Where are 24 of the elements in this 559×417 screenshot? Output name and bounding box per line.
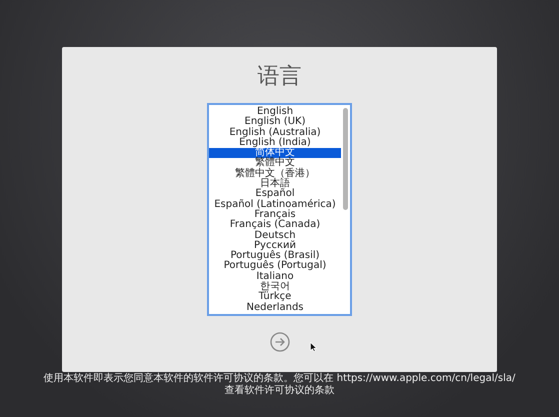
next-button[interactable] xyxy=(270,332,290,352)
language-item[interactable]: Deutsch xyxy=(209,230,341,241)
language-item[interactable]: Português (Portugal) xyxy=(209,261,341,272)
language-item[interactable]: Türkçe xyxy=(209,292,341,303)
language-item[interactable]: English (UK) xyxy=(209,117,341,128)
language-item[interactable]: English (Australia) xyxy=(209,128,341,138)
pointer-icon xyxy=(310,342,317,352)
language-item[interactable]: Français (Canada) xyxy=(209,220,341,231)
dialog-title: 语言 xyxy=(258,63,302,91)
language-item[interactable]: 한국어 xyxy=(209,282,341,292)
language-item[interactable]: English xyxy=(209,107,341,118)
language-item[interactable]: English (India) xyxy=(209,138,341,148)
language-item[interactable]: Français xyxy=(209,210,341,220)
language-item[interactable]: Italiano xyxy=(209,272,341,282)
language-item[interactable]: Español (Latinoamérica) xyxy=(209,200,341,210)
scrollbar-thumb[interactable] xyxy=(343,108,348,210)
license-text: 查看软件许可协议的条款 xyxy=(224,385,334,397)
license-text: 使用本软件即表示您同意本软件的软件许可协议的条款。您可以在 https://www.apple.com/cn/legal/sla/ xyxy=(44,373,516,384)
language-item[interactable]: Español xyxy=(209,189,341,200)
language-item[interactable]: Nederlands xyxy=(209,302,341,313)
language-item[interactable]: 日本語 xyxy=(209,179,341,190)
language-item[interactable]: 繁體中文 xyxy=(209,158,341,169)
language-item[interactable]: Português (Brasil) xyxy=(209,251,341,262)
language-item[interactable]: Русский xyxy=(209,240,341,252)
